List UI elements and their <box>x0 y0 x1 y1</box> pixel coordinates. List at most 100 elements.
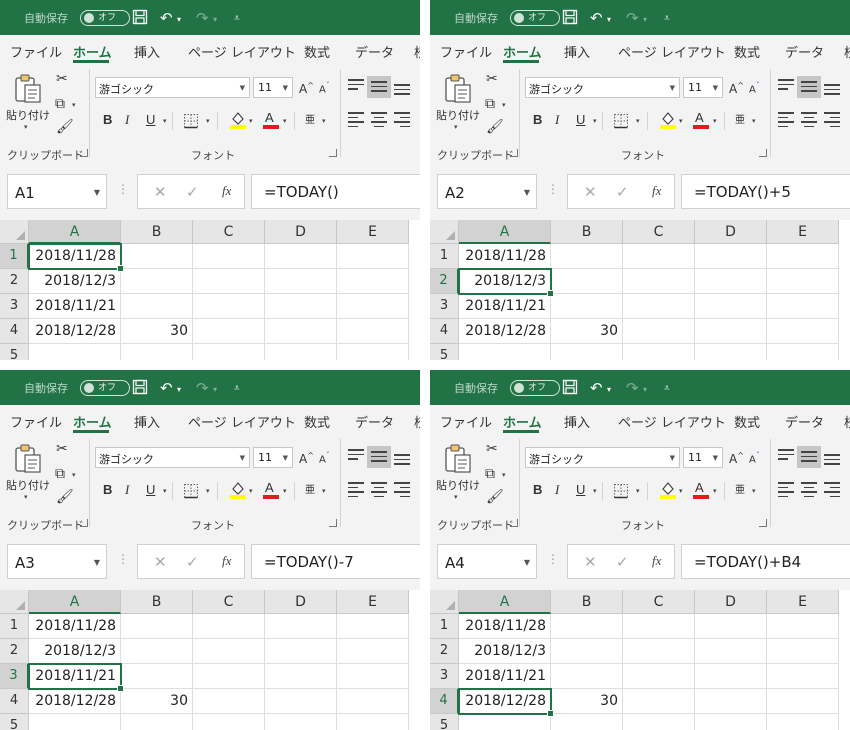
cell-a4[interactable]: 2018/12/28 <box>459 319 551 344</box>
row-header[interactable]: 4 <box>430 689 459 714</box>
cell-e1[interactable] <box>337 614 409 639</box>
cell-e5[interactable] <box>337 344 409 360</box>
cell-b4[interactable]: 30 <box>121 319 193 344</box>
cell-e4[interactable] <box>767 319 839 344</box>
font-shrink-icon[interactable]: Aˇ <box>749 448 760 468</box>
cell-d2[interactable] <box>265 269 337 294</box>
italic-button[interactable]: I <box>555 112 559 128</box>
autosave-toggle[interactable]: オフ <box>80 380 130 396</box>
tab-review[interactable]: 校 <box>844 42 850 61</box>
save-icon[interactable] <box>132 9 148 25</box>
redo-dropdown-icon[interactable]: ▾ <box>643 10 647 30</box>
name-box[interactable]: A3 ▼ <box>7 544 107 579</box>
align-bottom-icon[interactable] <box>394 84 410 98</box>
cut-icon[interactable]: ✂ <box>486 71 498 87</box>
row-header[interactable]: 4 <box>430 319 459 344</box>
bold-button[interactable]: B <box>533 112 542 127</box>
tab-insert[interactable]: 挿入 <box>564 42 590 61</box>
font-color-icon[interactable]: A <box>262 480 280 500</box>
enter-icon[interactable]: ✓ <box>616 183 629 201</box>
font-grow-icon[interactable]: A^ <box>729 78 744 97</box>
tab-review[interactable]: 校 <box>844 412 850 431</box>
cut-icon[interactable]: ✂ <box>56 71 68 87</box>
paste-icon[interactable] <box>443 443 473 473</box>
formula-bar-grip-icon[interactable]: ⋮ <box>117 182 129 196</box>
fill-handle[interactable] <box>117 265 124 272</box>
column-header-d[interactable]: D <box>265 220 337 244</box>
cell-d2[interactable] <box>695 269 767 294</box>
phonetic-dropdown-icon[interactable]: ▾ <box>752 117 756 125</box>
cell-a5[interactable] <box>29 714 121 730</box>
cell-e5[interactable] <box>337 714 409 730</box>
tab-data[interactable]: データ <box>355 412 394 431</box>
cut-icon[interactable]: ✂ <box>56 441 68 457</box>
tab-home[interactable]: ホーム <box>73 412 112 431</box>
customize-qat-icon[interactable]: ⩡ <box>234 9 240 29</box>
copy-icon[interactable]: ⧉ <box>485 466 495 482</box>
cell-b2[interactable] <box>121 639 193 664</box>
select-all-button[interactable] <box>0 220 29 244</box>
fill-color-icon[interactable] <box>659 480 677 500</box>
row-header[interactable]: 2 <box>430 269 459 294</box>
column-header-e[interactable]: E <box>767 220 839 244</box>
cell-e3[interactable] <box>767 294 839 319</box>
borders-dropdown-icon[interactable]: ▾ <box>636 117 640 125</box>
cell-c5[interactable] <box>193 714 265 730</box>
cell-c4[interactable] <box>623 689 695 714</box>
cell-c5[interactable] <box>623 344 695 360</box>
font-size-select[interactable]: 11 ▼ <box>683 447 723 468</box>
align-bottom-icon[interactable] <box>824 454 840 468</box>
phonetic-dropdown-icon[interactable]: ▾ <box>322 117 326 125</box>
font-size-select[interactable]: 11 ▼ <box>683 77 723 98</box>
cell-b2[interactable] <box>121 269 193 294</box>
format-painter-icon[interactable]: 🖌 <box>486 489 504 505</box>
align-right-icon[interactable] <box>824 482 840 500</box>
undo-icon[interactable]: ↶ <box>160 378 173 398</box>
enter-icon[interactable]: ✓ <box>616 553 629 571</box>
cell-a4[interactable]: 2018/12/28 <box>29 319 121 344</box>
cell-d5[interactable] <box>265 714 337 730</box>
bold-button[interactable]: B <box>533 482 542 497</box>
copy-icon[interactable]: ⧉ <box>55 466 65 482</box>
font-color-icon[interactable]: A <box>692 480 710 500</box>
cell-c3[interactable] <box>623 664 695 689</box>
name-box[interactable]: A4 ▼ <box>437 544 537 579</box>
save-icon[interactable] <box>562 379 578 395</box>
borders-dropdown-icon[interactable]: ▾ <box>206 487 210 495</box>
cell-d1[interactable] <box>695 244 767 269</box>
cell-a5[interactable] <box>459 714 551 730</box>
font-shrink-icon[interactable]: Aˇ <box>319 78 330 98</box>
formula-bar-grip-icon[interactable]: ⋮ <box>547 182 559 196</box>
fill-color-dropdown-icon[interactable]: ▾ <box>679 117 683 125</box>
cut-icon[interactable]: ✂ <box>486 441 498 457</box>
column-header-b[interactable]: B <box>121 220 193 244</box>
font-color-icon[interactable]: A <box>692 110 710 130</box>
cell-d5[interactable] <box>695 344 767 360</box>
paste-icon[interactable] <box>13 73 43 103</box>
format-painter-icon[interactable]: 🖌 <box>56 489 74 505</box>
cell-a2[interactable]: 2018/12/3 <box>29 269 121 294</box>
align-left-icon[interactable] <box>348 112 364 130</box>
bold-button[interactable]: B <box>103 112 112 127</box>
align-center-icon[interactable] <box>801 112 817 130</box>
redo-icon[interactable]: ↷ <box>626 8 639 28</box>
row-header[interactable]: 2 <box>430 639 459 664</box>
format-painter-icon[interactable]: 🖌 <box>56 119 74 135</box>
phonetic-guide-icon[interactable]: 亜 <box>305 113 315 129</box>
tab-data[interactable]: データ <box>355 42 394 61</box>
paste-icon[interactable] <box>13 443 43 473</box>
tab-formulas[interactable]: 数式 <box>304 42 330 61</box>
cell-b5[interactable] <box>121 344 193 360</box>
fill-handle[interactable] <box>547 710 554 717</box>
cell-b1[interactable] <box>121 614 193 639</box>
undo-dropdown-icon[interactable]: ▾ <box>607 380 611 400</box>
tab-home[interactable]: ホーム <box>503 42 542 61</box>
cell-e3[interactable] <box>337 294 409 319</box>
tab-insert[interactable]: 挿入 <box>564 412 590 431</box>
align-right-icon[interactable] <box>824 112 840 130</box>
redo-dropdown-icon[interactable]: ▾ <box>213 380 217 400</box>
cell-b4[interactable]: 30 <box>551 319 623 344</box>
undo-icon[interactable]: ↶ <box>590 378 603 398</box>
fill-color-dropdown-icon[interactable]: ▾ <box>249 487 253 495</box>
align-right-icon[interactable] <box>394 482 410 500</box>
